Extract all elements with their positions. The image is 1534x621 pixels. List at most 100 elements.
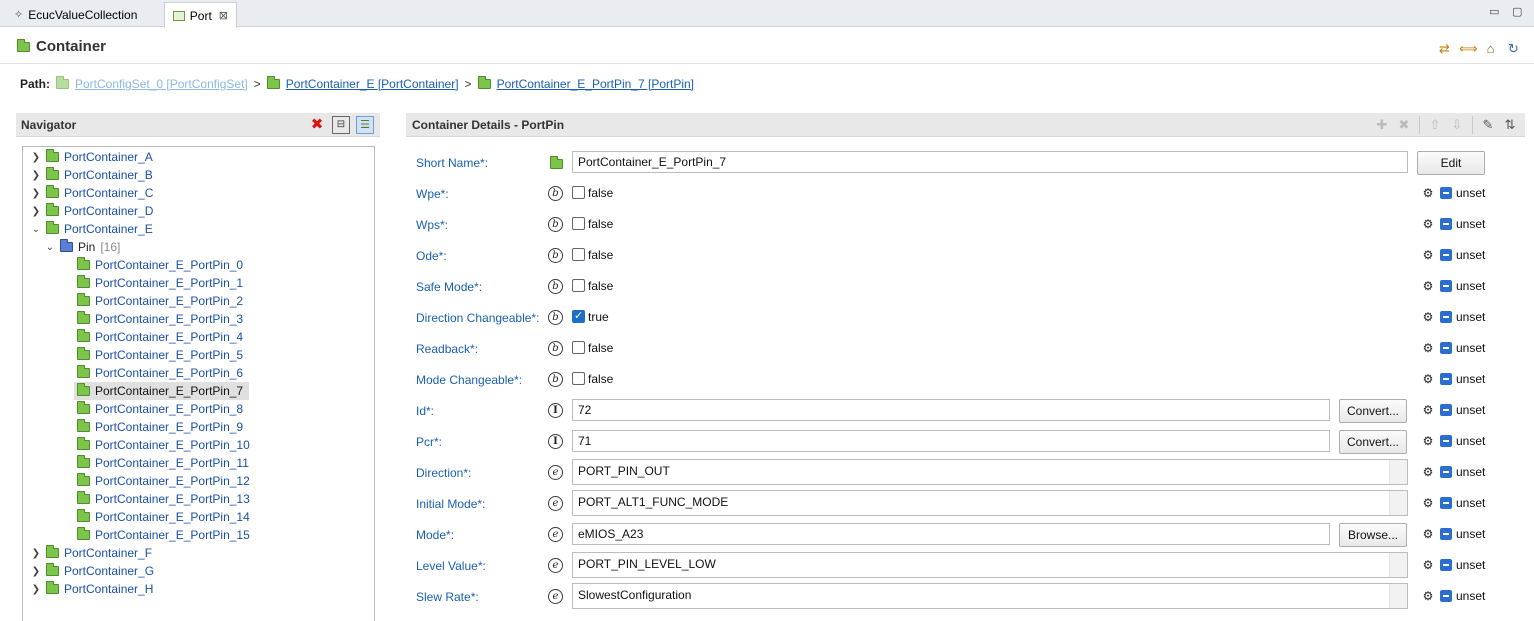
tree-node-portcontainer-d[interactable]: ❯ PortContainer_D	[31, 202, 153, 220]
tree-node-portcontainer-g[interactable]: ❯ PortContainer_G	[31, 562, 154, 580]
convert-button[interactable]: Convert...	[1339, 430, 1407, 454]
unset-icon[interactable]	[1440, 435, 1452, 447]
unset-icon[interactable]	[1440, 528, 1452, 540]
unset-control[interactable]: ⚙ unset	[1420, 248, 1486, 262]
unset-icon[interactable]	[1440, 280, 1452, 292]
breadcrumb-link-port-config-set[interactable]: PortConfigSet_0 [PortConfigSet]	[75, 77, 248, 91]
remove-icon[interactable]: ✖	[1395, 116, 1413, 134]
direction-changeable-checkbox[interactable]	[572, 309, 585, 323]
unset-control[interactable]: ⚙ unset	[1420, 310, 1486, 324]
tree-node-portcontainer-h[interactable]: ❯ PortContainer_H	[31, 580, 153, 598]
unset-icon[interactable]	[1440, 497, 1452, 509]
tree-node-portpin[interactable]: PortContainer_E_PortPin_11	[77, 454, 249, 472]
readback-checkbox[interactable]	[572, 341, 585, 354]
wps-checkbox[interactable]	[572, 217, 585, 230]
delete-icon[interactable]: ✖	[308, 116, 326, 134]
unset-control[interactable]: ⚙ unset	[1420, 279, 1486, 293]
unset-control[interactable]: ⚙ unset	[1420, 465, 1486, 479]
tree-node-portpin[interactable]: PortContainer_E_PortPin_3	[77, 310, 243, 328]
tree-node-portpin[interactable]: PortContainer_E_PortPin_12	[77, 472, 250, 490]
unset-icon[interactable]	[1440, 218, 1452, 230]
chevron-right-icon[interactable]: ❯	[31, 548, 41, 559]
unset-icon[interactable]	[1440, 590, 1452, 602]
tree-node-portpin[interactable]: PortContainer_E_PortPin_1	[77, 274, 243, 292]
tree-node-portcontainer-e[interactable]: ⌄ PortContainer_E	[31, 220, 153, 238]
chevron-right-icon[interactable]: ❯	[31, 170, 41, 181]
gears-icon[interactable]: ⚙	[1420, 248, 1436, 262]
unset-icon[interactable]	[1440, 342, 1452, 354]
tab-ecuc-value-collection[interactable]: ✧ EcucValueCollection	[6, 2, 156, 27]
chevron-right-icon[interactable]: ❯	[31, 584, 41, 595]
wpe-checkbox[interactable]	[572, 186, 585, 199]
gears-icon[interactable]: ⚙	[1420, 372, 1436, 386]
level-value-combo[interactable]: PORT_PIN_LEVEL_LOW	[572, 552, 1408, 578]
gears-icon[interactable]: ⚙	[1420, 465, 1436, 479]
unset-icon[interactable]	[1440, 466, 1452, 478]
link-with-editor-icon[interactable]: ☰	[356, 116, 374, 134]
safe-mode-checkbox[interactable]	[572, 279, 585, 292]
gears-icon[interactable]: ⚙	[1420, 310, 1436, 324]
tree-node-portpin-selected[interactable]: PortContainer_E_PortPin_7	[74, 382, 250, 400]
id-input[interactable]: 72	[572, 399, 1330, 421]
unset-control[interactable]: ⚙ unset	[1420, 341, 1486, 355]
add-icon[interactable]: ✚	[1373, 116, 1391, 134]
unset-control[interactable]: ⚙ unset	[1420, 496, 1486, 510]
unset-control[interactable]: ⚙ unset	[1420, 434, 1486, 448]
chevron-right-icon[interactable]: ❯	[31, 566, 41, 577]
unset-control[interactable]: ⚙ unset	[1420, 527, 1486, 541]
edit-button[interactable]: Edit	[1417, 151, 1485, 175]
move-down-icon[interactable]: ⇩	[1448, 116, 1466, 134]
unset-icon[interactable]	[1440, 559, 1452, 571]
edit-table-icon[interactable]: ✎	[1479, 116, 1497, 134]
breadcrumb-link-port-pin[interactable]: PortContainer_E_PortPin_7 [PortPin]	[497, 77, 694, 91]
tree-node-portpin[interactable]: PortContainer_E_PortPin_6	[77, 364, 243, 382]
tree-node-portpin[interactable]: PortContainer_E_PortPin_10	[77, 436, 250, 454]
gears-icon[interactable]: ⚙	[1420, 434, 1436, 448]
link-editor-icon[interactable]: ⟺	[1459, 40, 1478, 57]
tree-node-portpin[interactable]: PortContainer_E_PortPin_15	[77, 526, 250, 544]
tree-node-portpin[interactable]: PortContainer_E_PortPin_4	[77, 328, 243, 346]
tree-node-portpin[interactable]: PortContainer_E_PortPin_8	[77, 400, 243, 418]
gears-icon[interactable]: ⚙	[1420, 341, 1436, 355]
unset-control[interactable]: ⚙ unset	[1420, 186, 1486, 200]
tree-node-portcontainer-b[interactable]: ❯ PortContainer_B	[31, 166, 153, 184]
chevron-down-icon[interactable]: ⌄	[45, 242, 55, 253]
chevron-right-icon[interactable]: ❯	[31, 188, 41, 199]
gears-icon[interactable]: ⚙	[1420, 527, 1436, 541]
chevron-right-icon[interactable]: ❯	[31, 152, 41, 163]
home-icon[interactable]: ⌂	[1482, 40, 1499, 57]
unset-icon[interactable]	[1440, 249, 1452, 261]
unset-control[interactable]: ⚙ unset	[1420, 217, 1486, 231]
tree-node-portpin[interactable]: PortContainer_E_PortPin_5	[77, 346, 243, 364]
unset-control[interactable]: ⚙ unset	[1420, 372, 1486, 386]
unset-control[interactable]: ⚙ unset	[1420, 558, 1486, 572]
browse-button[interactable]: Browse...	[1339, 523, 1407, 547]
mode-input[interactable]: eMIOS_A23	[572, 523, 1330, 545]
direction-combo[interactable]: PORT_PIN_OUT	[572, 459, 1408, 485]
short-name-input[interactable]: PortContainer_E_PortPin_7	[572, 151, 1408, 173]
tree-node-pin-group[interactable]: ⌄ Pin [16]	[45, 238, 120, 256]
gears-icon[interactable]: ⚙	[1420, 496, 1436, 510]
pcr-input[interactable]: 71	[572, 430, 1330, 452]
chevron-down-icon[interactable]: ⌄	[31, 224, 41, 235]
tab-port[interactable]: Port ⊠	[164, 2, 237, 28]
close-icon[interactable]: ⊠	[219, 9, 228, 22]
tree-node-portpin[interactable]: PortContainer_E_PortPin_13	[77, 490, 250, 508]
gears-icon[interactable]: ⚙	[1420, 279, 1436, 293]
tree-node-portpin[interactable]: PortContainer_E_PortPin_0	[77, 256, 243, 274]
mode-changeable-checkbox[interactable]	[572, 372, 585, 385]
tree-node-portcontainer-c[interactable]: ❯ PortContainer_C	[31, 184, 153, 202]
ode-checkbox[interactable]	[572, 248, 585, 261]
unset-control[interactable]: ⚙ unset	[1420, 589, 1486, 603]
gears-icon[interactable]: ⚙	[1420, 186, 1436, 200]
gears-icon[interactable]: ⚙	[1420, 217, 1436, 231]
unset-icon[interactable]	[1440, 404, 1452, 416]
tree-node-portpin[interactable]: PortContainer_E_PortPin_2	[77, 292, 243, 310]
sort-az-icon[interactable]: ⇅	[1501, 116, 1519, 134]
tree-node-portcontainer-a[interactable]: ❯ PortContainer_A	[31, 148, 153, 166]
refresh-icon[interactable]: ↻	[1505, 40, 1522, 57]
convert-button[interactable]: Convert...	[1339, 399, 1407, 423]
tree-node-portcontainer-f[interactable]: ❯ PortContainer_F	[31, 544, 152, 562]
sync-icon[interactable]: ⇄	[1436, 40, 1453, 57]
maximize-icon[interactable]: ▢	[1512, 5, 1522, 18]
